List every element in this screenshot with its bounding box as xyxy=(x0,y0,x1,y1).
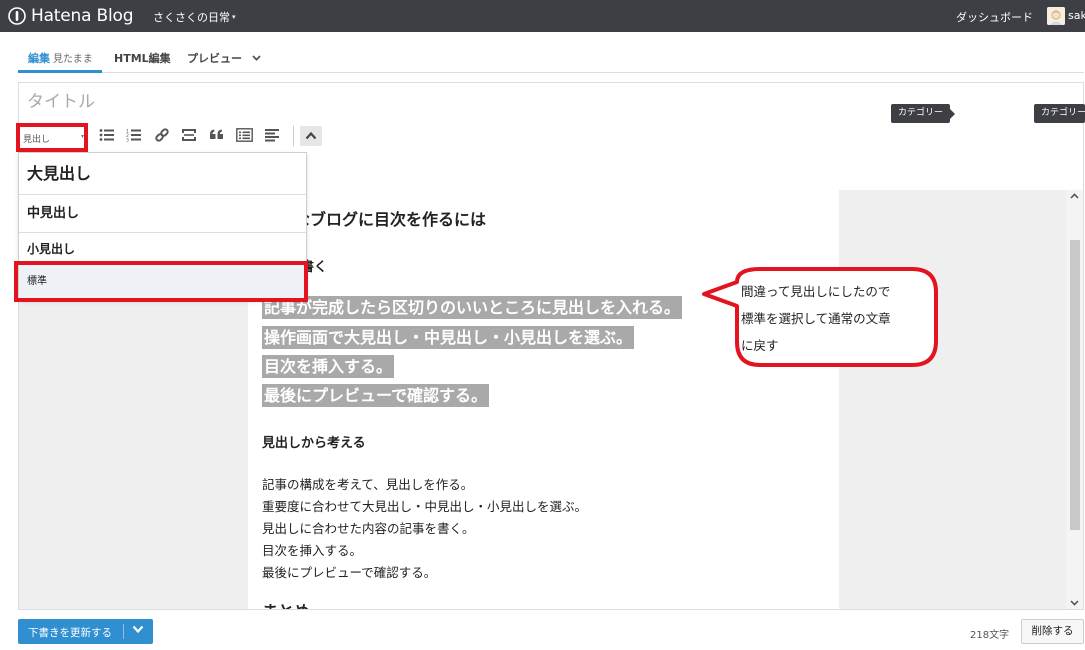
chevron-up-icon xyxy=(305,131,317,140)
category-tooltip-2[interactable]: カテゴリー xyxy=(1034,104,1085,123)
delete-button[interactable]: 削除する xyxy=(1021,619,1084,644)
table-of-contents-button[interactable] xyxy=(236,128,254,144)
save-draft-button[interactable]: 下書きを更新する xyxy=(18,619,153,644)
hatena-logo-icon xyxy=(8,7,26,25)
blog-switcher-caret-icon: ▾ xyxy=(232,13,236,21)
tooltip-pointer xyxy=(950,109,956,119)
numbered-list-button[interactable]: 1 2 3 xyxy=(126,128,144,144)
highlighted-line: 最後にプレビューで確認する。 xyxy=(262,384,490,407)
annotation-line: に戻す xyxy=(741,338,779,353)
dropdown-option-h1[interactable]: 大見出し xyxy=(19,153,306,195)
align-button[interactable] xyxy=(264,128,282,144)
bullet-list-icon xyxy=(99,129,114,141)
toolbar-separator xyxy=(293,126,294,146)
body-line: 見出しに合わせた内容の記事を書く。 xyxy=(262,521,475,536)
tab-preview-label: プレビュー xyxy=(187,52,242,65)
editor-mode-tabs: 編集 見たまま HTML編集 プレビュー xyxy=(18,46,1084,73)
annotation-text: 間違って見出しにしたので 標準を選択して通常の文章 に戻す xyxy=(741,278,936,359)
annotation-callout: 間違って見出しにしたので 標準を選択して通常の文章 に戻す xyxy=(700,266,940,370)
normal-option-highlight-box xyxy=(14,261,308,302)
annotation-line: 間違って見出しにしたので xyxy=(741,284,891,299)
toc-icon xyxy=(236,128,253,142)
body-line: 目次を挿入する。 xyxy=(262,543,363,558)
user-name[interactable]: sak xyxy=(1068,9,1085,22)
avatar-image-icon xyxy=(1047,7,1065,25)
quote-icon xyxy=(210,129,223,139)
category-tooltip-2-label: カテゴリー xyxy=(1041,108,1085,118)
tab-edit-sub-label: 見たまま xyxy=(53,54,93,65)
hatena-blog-editor: Hatena Blog さくさくの日常 ▾ ダッシュボード sak 編集 見たまま … xyxy=(0,0,1085,650)
link-icon xyxy=(155,128,169,142)
summary-heading: まとめ xyxy=(262,598,310,609)
more-break-button[interactable] xyxy=(181,128,199,144)
scroll-down-icon[interactable] xyxy=(1070,600,1079,606)
tab-edit-wysiwyg[interactable]: 編集 見たまま xyxy=(28,50,93,66)
scrollbar-thumb[interactable] xyxy=(1070,240,1080,530)
chevron-down-icon[interactable] xyxy=(132,625,144,634)
tab-edit-label: 編集 xyxy=(28,52,50,65)
user-avatar[interactable] xyxy=(1047,7,1065,25)
more-break-icon xyxy=(182,129,196,141)
editor-toolbar: 見出し ▾ 1 2 3 xyxy=(18,120,1084,152)
active-tab-indicator xyxy=(18,70,102,73)
blog-switcher[interactable]: さくさくの日常 ▾ xyxy=(153,9,236,25)
tab-preview[interactable]: プレビュー xyxy=(187,50,261,66)
body-line: 最後にプレビューで確認する。 xyxy=(262,565,437,580)
numbered-list-icon: 1 2 3 xyxy=(126,129,141,143)
quote-button[interactable] xyxy=(209,128,227,144)
top-bar: Hatena Blog さくさくの日常 ▾ ダッシュボード sak xyxy=(0,0,1085,32)
editor-scrollbar[interactable] xyxy=(1066,190,1083,609)
save-draft-label: 下書きを更新する xyxy=(28,627,112,639)
bullet-list-button[interactable] xyxy=(99,128,117,144)
scroll-up-icon[interactable] xyxy=(1070,193,1079,199)
annotation-line: 標準を選択して通常の文章 xyxy=(741,311,891,326)
editor-body[interactable]: はてなブログに目次を作るには 記事を書く 記事が完成したら区切りのいいところに見… xyxy=(248,190,839,609)
tab-html-edit[interactable]: HTML編集 xyxy=(114,50,171,66)
button-divider xyxy=(123,624,124,639)
title-input[interactable] xyxy=(27,91,887,113)
category-tooltip-1-label: カテゴリー xyxy=(898,108,944,118)
body-line: 重要度に合わせて大見出し・中見出し・小見出しを選ぶ。 xyxy=(262,499,588,514)
blog-title-label: さくさくの日常 xyxy=(153,11,230,24)
highlighted-line: 記事が完成したら区切りのいいところに見出しを入れる。 xyxy=(262,296,683,319)
highlighted-line: 目次を挿入する。 xyxy=(262,355,395,378)
toolbar-collapse-button[interactable] xyxy=(300,126,322,146)
highlighted-line: 操作画面で大見出し・中見出し・小見出しを選ぶ。 xyxy=(262,326,635,349)
logo-text: Hatena Blog xyxy=(31,6,134,26)
link-button[interactable] xyxy=(154,128,172,144)
select-highlight-box xyxy=(16,123,88,152)
category-tooltip-1[interactable]: カテゴリー xyxy=(891,104,956,123)
svg-text:3: 3 xyxy=(126,138,129,143)
body-line: 記事の構成を考えて、見出しを作る。 xyxy=(262,477,474,492)
chevron-down-icon xyxy=(252,55,261,61)
hatena-logo[interactable]: Hatena Blog xyxy=(8,6,134,26)
character-count: 218文字 xyxy=(970,630,1010,641)
dashboard-link[interactable]: ダッシュボード xyxy=(956,9,1033,25)
section-heading-from-headings: 見出しから考える xyxy=(262,436,366,451)
dropdown-option-h2[interactable]: 中見出し xyxy=(19,195,306,233)
align-icon xyxy=(265,129,279,142)
